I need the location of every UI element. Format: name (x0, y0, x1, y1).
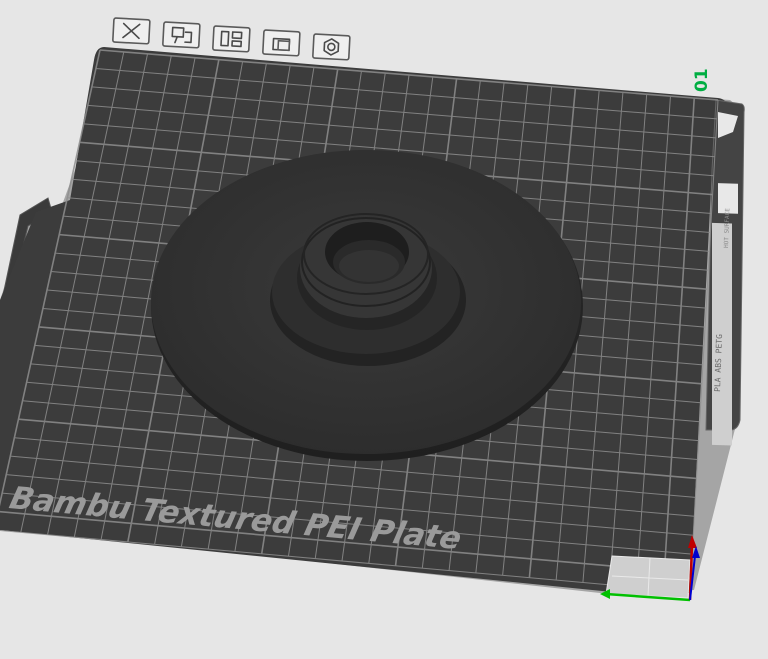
plate-number: 01 (692, 68, 712, 92)
lock-plate-button[interactable] (262, 29, 301, 57)
plate-settings-button[interactable] (312, 33, 351, 61)
model-object[interactable] (151, 150, 583, 461)
arrange-button[interactable] (162, 21, 201, 49)
plate-hot-surface-label: HOT SURFACE (723, 208, 731, 248)
3d-viewport[interactable]: PLA ABS PETG HOT SURFACE Bambu Textured … (0, 0, 768, 659)
remove-plate-button[interactable] (112, 17, 151, 45)
auto-orient-button[interactable] (212, 25, 251, 53)
